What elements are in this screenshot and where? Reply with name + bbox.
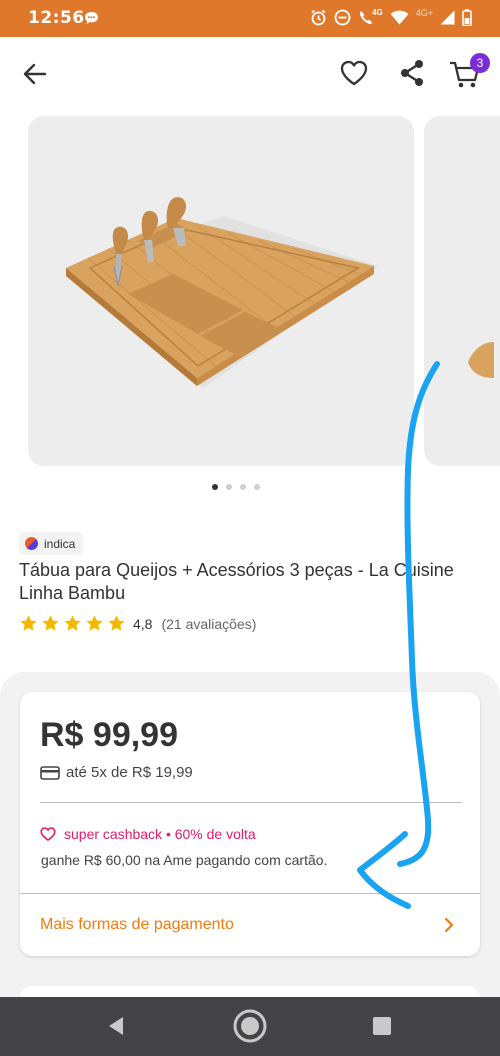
cart-count-badge: 3	[470, 53, 490, 73]
pagination-dot-2[interactable]	[226, 484, 232, 490]
rating-count: (21 avaliações)	[161, 615, 257, 632]
pagination-dot-4[interactable]	[254, 484, 260, 490]
app-header	[0, 37, 500, 109]
gallery-pagination	[0, 484, 472, 490]
nav-back-icon[interactable]	[104, 1014, 128, 1038]
status-bar: 12:56 4G 4G+	[0, 0, 500, 37]
product-image-next[interactable]	[424, 116, 500, 466]
network2-label: 4G+	[415, 7, 433, 18]
cashback-label: super cashback • 60% de volta	[64, 826, 256, 842]
pagination-dot-1[interactable]	[212, 484, 218, 490]
signal-icon	[440, 10, 455, 25]
do-not-disturb-icon	[334, 9, 351, 26]
cashback-row: super cashback • 60% de volta	[40, 826, 256, 842]
system-nav-bar	[0, 997, 500, 1056]
star-icon	[64, 615, 81, 631]
product-title-line-2: Linha Bambu	[19, 583, 126, 603]
status-icons: 4G 4G+	[310, 7, 472, 26]
battery-icon	[462, 9, 472, 26]
more-payments-link[interactable]: Mais formas de pagamento	[40, 916, 234, 934]
nav-recent-apps-icon[interactable]	[372, 1016, 392, 1036]
chat-bubble-icon	[85, 12, 98, 24]
back-arrow-icon[interactable]	[20, 59, 50, 89]
next-image-peek	[468, 342, 494, 378]
chevron-right-icon[interactable]	[442, 917, 456, 933]
alarm-icon	[311, 9, 326, 26]
heart-icon[interactable]	[338, 57, 370, 89]
cheese-board-illustration	[66, 197, 378, 388]
heart-outline-icon	[40, 827, 56, 841]
star-icon	[20, 615, 37, 631]
installments-text: até 5x de R$ 19,99	[66, 764, 193, 781]
product-title-line-1: Tábua para Queijos + Acessórios 3 peças …	[19, 560, 454, 580]
seller-logo-icon	[25, 537, 38, 550]
star-icon	[108, 615, 125, 631]
nav-home-icon[interactable]	[232, 1008, 268, 1044]
star-icon	[86, 615, 103, 631]
credit-card-icon	[40, 765, 60, 780]
divider	[20, 893, 480, 894]
share-icon[interactable]	[396, 57, 428, 89]
divider	[40, 802, 462, 803]
price-value: R$ 99,99	[40, 716, 178, 754]
network-label: 4G	[372, 8, 383, 17]
star-icon	[42, 615, 59, 631]
price-card: R$ 99,99 até 5x de R$ 19,99 super cashba…	[20, 692, 480, 956]
product-image[interactable]	[28, 116, 414, 466]
seller-name: indica	[44, 536, 76, 551]
installments: até 5x de R$ 19,99	[40, 764, 193, 781]
call-4g-icon	[359, 11, 372, 24]
status-time: 12:56	[28, 8, 85, 28]
rating-row[interactable]: 4,8 (21 avaliações)	[19, 614, 256, 633]
seller-badge[interactable]: indica	[19, 532, 84, 555]
cashback-note: ganhe R$ 60,00 na Ame pagando com cartão…	[41, 852, 328, 868]
product-title: Tábua para Queijos + Acessórios 3 peças …	[19, 559, 489, 605]
wifi-icon	[390, 10, 409, 25]
rating-value: 4,8	[133, 615, 153, 632]
pagination-dot-3[interactable]	[240, 484, 246, 490]
